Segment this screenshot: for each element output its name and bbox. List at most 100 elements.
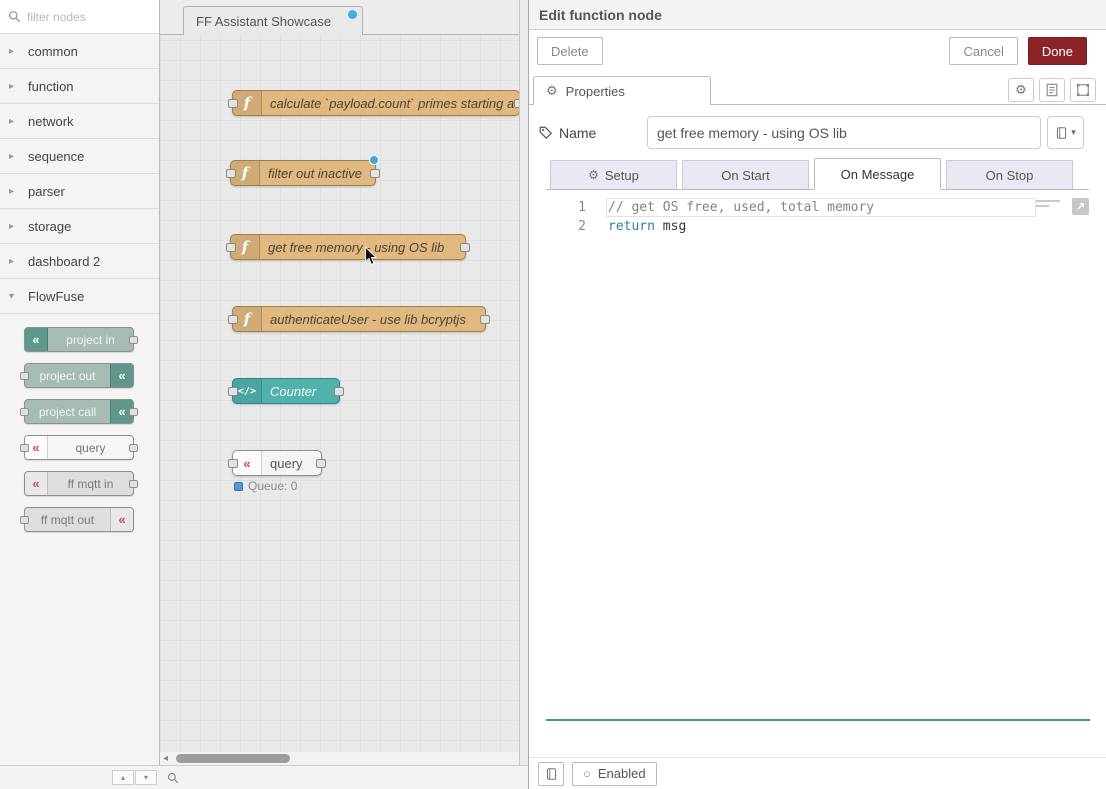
tray-toolbar: Delete Cancel Done: [529, 30, 1106, 72]
node-description-button[interactable]: [1039, 78, 1065, 102]
flow-canvas[interactable]: FF Assistant Showcase f calculate `paylo…: [160, 0, 528, 752]
chevron-right-icon: ▸: [9, 116, 19, 127]
palette-category-dashboard-2[interactable]: ▸ dashboard 2: [0, 244, 159, 279]
tab-properties[interactable]: ⚙ Properties: [533, 76, 711, 105]
input-port[interactable]: [228, 99, 238, 108]
workspace-tab-label: FF Assistant Showcase: [196, 14, 331, 29]
node-function-filter-out-inactive[interactable]: f filter out inactive: [230, 160, 376, 186]
palette-category-common[interactable]: ▸ common: [0, 34, 159, 69]
magnifier-icon: [167, 772, 179, 784]
palette-filter-input[interactable]: [27, 10, 151, 24]
done-button[interactable]: Done: [1028, 37, 1087, 65]
input-port[interactable]: [226, 169, 236, 178]
palette-category-function[interactable]: ▸ function: [0, 69, 159, 104]
tab-setup[interactable]: ⚙ Setup: [550, 160, 677, 189]
panel-splitter[interactable]: [519, 0, 528, 765]
output-port: [129, 408, 138, 416]
category-label: storage: [28, 219, 71, 234]
code-text: return msg: [608, 219, 686, 234]
zoom-search-button[interactable]: [164, 770, 182, 785]
scrollbar-thumb[interactable]: [176, 754, 290, 763]
palette-node-label: query: [48, 441, 133, 455]
enabled-label: Enabled: [598, 766, 646, 781]
node-appearance-button[interactable]: [1070, 78, 1096, 102]
gear-icon: ⚙: [588, 168, 599, 182]
palette-search: [0, 0, 159, 34]
name-library-button[interactable]: ▾: [1047, 116, 1084, 149]
category-label: function: [28, 79, 74, 94]
canvas-horizontal-scrollbar[interactable]: ◂: [160, 752, 528, 765]
delete-button[interactable]: Delete: [537, 37, 603, 65]
scroll-left-arrow-icon[interactable]: ◂: [163, 752, 168, 765]
input-port: [20, 372, 29, 380]
tab-on-start[interactable]: On Start: [682, 160, 809, 189]
library-button[interactable]: [538, 762, 564, 786]
name-input[interactable]: [647, 116, 1041, 149]
node-function-get-free-memory[interactable]: f get free memory - using OS lib: [230, 234, 466, 260]
category-label: parser: [28, 184, 65, 199]
code-editor[interactable]: 1 // get OS free, used, total memory 2 r…: [546, 190, 1090, 721]
palette-category-parser[interactable]: ▸ parser: [0, 174, 159, 209]
workspace-footer: ▴ ▾: [0, 765, 528, 789]
palette-node-ff-mqtt-out[interactable]: ff mqtt out «: [24, 507, 134, 532]
cancel-button[interactable]: Cancel: [949, 37, 1017, 65]
line-number: 2: [546, 219, 600, 234]
name-label-text: Name: [559, 125, 596, 141]
tab-on-message[interactable]: On Message: [814, 158, 941, 190]
palette-node-project-in[interactable]: « project in: [24, 327, 134, 352]
palette-node-project-out[interactable]: project out «: [24, 363, 134, 388]
tab-on-stop[interactable]: On Stop: [946, 160, 1073, 189]
function-tabs: ⚙ Setup On Start On Message On Stop: [546, 158, 1089, 190]
node-label: get free memory - using OS lib: [260, 240, 465, 255]
name-field-row: Name ▾: [529, 105, 1106, 149]
node-template-counter[interactable]: </> Counter: [232, 378, 340, 404]
node-query[interactable]: « query: [232, 450, 322, 476]
node-label: filter out inactive: [260, 166, 375, 181]
input-port[interactable]: [228, 459, 238, 468]
node-function-calculate-primes[interactable]: f calculate `payload.count` primes start…: [232, 90, 520, 116]
expand-editor-button[interactable]: [1072, 198, 1089, 215]
chevron-right-icon: ▸: [9, 151, 19, 162]
output-port[interactable]: [460, 243, 470, 252]
palette-node-project-call[interactable]: project call «: [24, 399, 134, 424]
palette-category-storage[interactable]: ▸ storage: [0, 209, 159, 244]
edit-tray: Edit function node Delete Cancel Done ⚙ …: [528, 0, 1106, 789]
radio-circle-icon: ○: [583, 766, 591, 781]
editor-line: 2 return msg: [546, 217, 1090, 236]
input-port[interactable]: [226, 243, 236, 252]
flowfuse-icon: «: [110, 508, 133, 531]
input-port: [20, 408, 29, 416]
palette-category-sequence[interactable]: ▸ sequence: [0, 139, 159, 174]
tab-label: Setup: [605, 168, 639, 183]
editor-minimap: [1036, 200, 1062, 210]
output-port[interactable]: [480, 315, 490, 324]
output-port[interactable]: [370, 169, 380, 178]
enabled-toggle-button[interactable]: ○ Enabled: [572, 762, 657, 786]
node-red-editor: ▸ common ▸ function ▸ network ▸ sequence…: [0, 0, 1106, 789]
palette-category-network[interactable]: ▸ network: [0, 104, 159, 139]
input-port[interactable]: [228, 387, 238, 396]
palette-node-query[interactable]: « query: [24, 435, 134, 460]
palette-collapse-up-button[interactable]: ▴: [112, 770, 134, 785]
flowfuse-icon: «: [25, 472, 48, 495]
input-port[interactable]: [228, 315, 238, 324]
palette-collapse-down-button[interactable]: ▾: [135, 770, 157, 785]
node-changed-dot: [369, 155, 379, 165]
input-port: [20, 444, 29, 452]
palette-node-label: ff mqtt out: [25, 513, 110, 527]
node-label: calculate `payload.count` primes startin…: [262, 96, 519, 111]
chevron-down-icon: ▾: [9, 291, 19, 302]
workspace-tab[interactable]: FF Assistant Showcase: [183, 6, 363, 35]
node-function-authenticate-user[interactable]: f authenticateUser - use lib bcryptjs: [232, 306, 486, 332]
palette-node-ff-mqtt-in[interactable]: « ff mqtt in: [24, 471, 134, 496]
output-port[interactable]: [334, 387, 344, 396]
node-settings-button[interactable]: ⚙: [1008, 78, 1034, 102]
output-port[interactable]: [316, 459, 326, 468]
input-port: [20, 516, 29, 524]
status-dot-icon: [234, 482, 243, 491]
tray-title-text: Edit function node: [539, 7, 662, 23]
palette-category-flowfuse[interactable]: ▾ FlowFuse: [0, 279, 159, 314]
editor-line: 1 // get OS free, used, total memory: [546, 198, 1090, 217]
node-label: query: [262, 456, 321, 471]
palette-node-label: project call: [25, 405, 110, 419]
